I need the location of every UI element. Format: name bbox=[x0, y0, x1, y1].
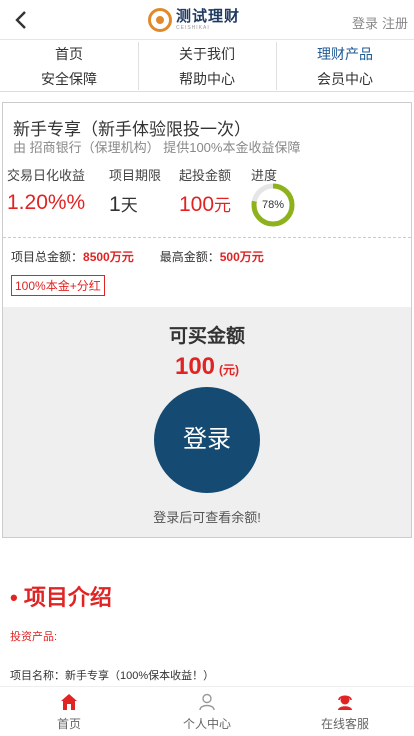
tab-support[interactable]: 在线客服 bbox=[276, 687, 414, 736]
customer-service-icon bbox=[338, 695, 352, 710]
period-unit: 天 bbox=[120, 196, 138, 215]
register-link[interactable]: 注册 bbox=[382, 16, 408, 31]
nav-item-security[interactable]: 安全保障 bbox=[0, 66, 138, 92]
min-amount-unit: 元 bbox=[214, 196, 232, 215]
max-amount-label: 最高金额： bbox=[159, 250, 220, 264]
intro-product-label: 投资产品: bbox=[10, 631, 58, 643]
min-amount-value: 100元 bbox=[179, 193, 232, 216]
min-amount-label: 起投金额 bbox=[179, 168, 232, 183]
logo-subtitle: CEISHIKAI bbox=[176, 25, 210, 31]
nav-item-products[interactable]: 理财产品 bbox=[276, 41, 414, 67]
divider bbox=[3, 237, 411, 238]
nav-item-help[interactable]: 帮助中心 bbox=[138, 66, 276, 92]
totals-line: 项目总金额：8500万元 最高金额：500万元 bbox=[11, 248, 264, 265]
logo-title: 测试理财 bbox=[176, 8, 241, 25]
nav-divider bbox=[276, 42, 277, 90]
main-nav: 首页 关于我们 理财产品 安全保障 帮助中心 会员中心 bbox=[0, 40, 414, 92]
tab-home[interactable]: 首页 bbox=[0, 687, 138, 736]
period-value: 1天 bbox=[109, 193, 138, 216]
intro-title: • 项目介绍 bbox=[10, 585, 112, 610]
chevron-left-icon bbox=[15, 11, 26, 29]
nav-item-about[interactable]: 关于我们 bbox=[138, 41, 276, 67]
logo-icon bbox=[148, 8, 172, 32]
nav-divider bbox=[138, 42, 139, 90]
intro-project-name: 项目名称：新手专享（100%保本收益！） bbox=[10, 670, 215, 682]
back-button[interactable] bbox=[8, 6, 34, 34]
logo[interactable]: 测试理财 CEISHIKAI bbox=[148, 6, 240, 34]
tab-profile[interactable]: 个人中心 bbox=[138, 687, 276, 736]
top-bar: 测试理财 CEISHIKAI 登录 注册 bbox=[0, 0, 414, 40]
login-button[interactable]: 登录 bbox=[154, 387, 260, 493]
period-label: 项目期限 bbox=[109, 168, 162, 183]
buy-amount-value: 100 bbox=[174, 353, 216, 380]
product-subtitle: 由 招商银行（保理机构） 提供100%本金收益保障 bbox=[13, 140, 301, 155]
nav-item-home[interactable]: 首页 bbox=[0, 41, 138, 67]
balance-hint: 登录后可查看余额! bbox=[153, 510, 261, 525]
buy-panel: 可买金额 100 (元) 登录 登录后可查看余额! bbox=[3, 307, 411, 537]
progress-text: 78% bbox=[261, 199, 285, 211]
bottom-tab-bar: 首页 个人中心 在线客服 bbox=[0, 686, 414, 736]
home-icon bbox=[61, 694, 77, 710]
product-card: 新手专享（新手体验限投一次） 由 招商银行（保理机构） 提供100%本金收益保障… bbox=[2, 102, 412, 538]
guarantee-tag: 100%本金+分红 bbox=[11, 275, 105, 296]
buy-amount-unit: (元) bbox=[219, 363, 240, 377]
nav-item-member[interactable]: 会员中心 bbox=[276, 66, 414, 92]
tab-support-label: 在线客服 bbox=[320, 717, 369, 731]
tab-home-label: 首页 bbox=[56, 717, 81, 731]
buy-title: 可买金额 bbox=[168, 326, 245, 347]
user-icon bbox=[199, 693, 215, 711]
total-amount-label: 项目总金额： bbox=[11, 250, 84, 264]
auth-links: 登录 注册 bbox=[348, 13, 408, 32]
rate-value: 1.20%% bbox=[7, 191, 86, 214]
login-link[interactable]: 登录 bbox=[352, 16, 378, 31]
max-amount-value: 500万元 bbox=[219, 250, 264, 264]
rate-label: 交易日化收益 bbox=[7, 168, 86, 183]
total-amount-value: 8500万元 bbox=[83, 250, 134, 264]
buy-amount: 100 (元) bbox=[3, 353, 411, 381]
tab-profile-label: 个人中心 bbox=[182, 717, 231, 731]
